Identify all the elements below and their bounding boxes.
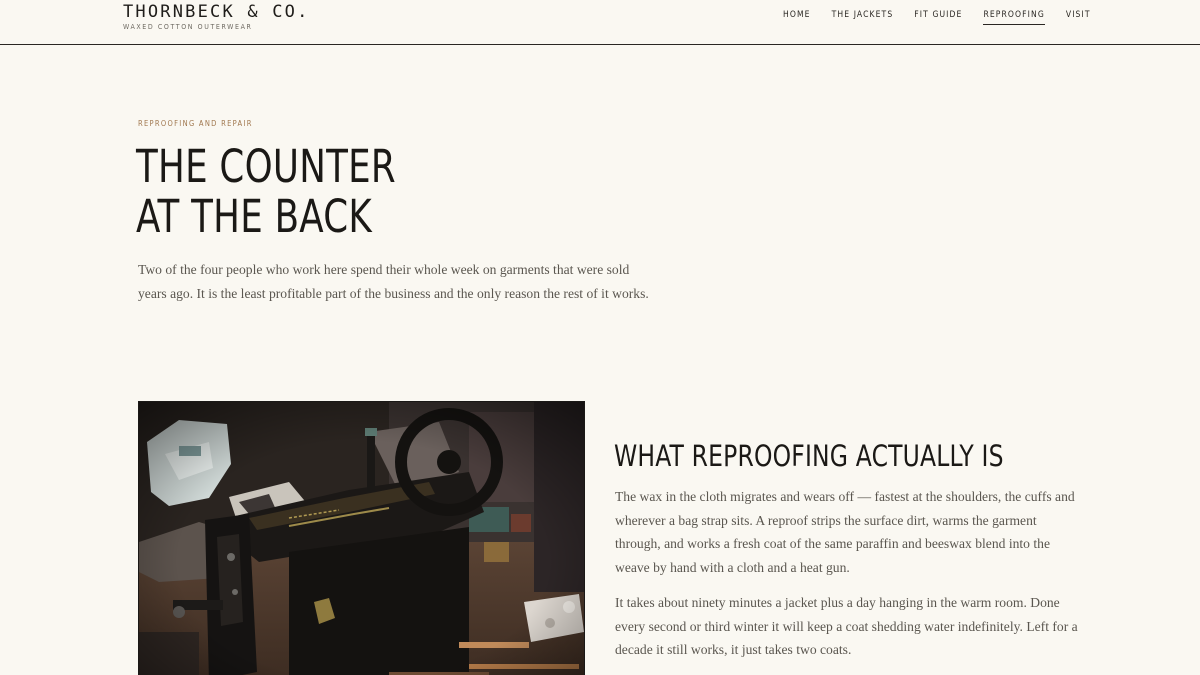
article-paragraph-1: The wax in the cloth migrates and wears … <box>615 489 1075 575</box>
nav-home[interactable]: HOME <box>783 10 811 25</box>
site-header: THORNBECK & CO. WAXED COTTON OUTERWEAR H… <box>0 0 1200 45</box>
intro-paragraph: Two of the four people who work here spe… <box>138 262 649 301</box>
brand-tagline: WAXED COTTON OUTERWEAR <box>123 23 253 31</box>
brand-name: THORNBECK & CO. <box>123 2 310 22</box>
nav-fit-guide[interactable]: FIT GUIDE <box>914 10 962 25</box>
main-nav: HOME THE JACKETS FIT GUIDE REPROOFING VI… <box>783 10 1091 25</box>
nav-visit[interactable]: VISIT <box>1066 10 1091 25</box>
article-paragraph-2: It takes about ninety minutes a jacket p… <box>615 595 1078 657</box>
page-title-line-2: AT THE BACK <box>136 190 372 243</box>
nav-the-jackets[interactable]: THE JACKETS <box>832 10 894 25</box>
section-eyebrow: REPROOFING AND REPAIR <box>138 119 253 128</box>
nav-reproofing[interactable]: REPROOFING <box>983 10 1045 25</box>
section-heading: WHAT REPROOFING ACTUALLY IS <box>614 439 1004 473</box>
page-title-line-1: THE COUNTER <box>136 140 396 193</box>
brand-logo[interactable]: THORNBECK & CO. WAXED COTTON OUTERWEAR <box>123 2 310 32</box>
sewing-machine-photo <box>138 401 585 675</box>
page-title: THE COUNTER AT THE BACK <box>136 142 541 242</box>
